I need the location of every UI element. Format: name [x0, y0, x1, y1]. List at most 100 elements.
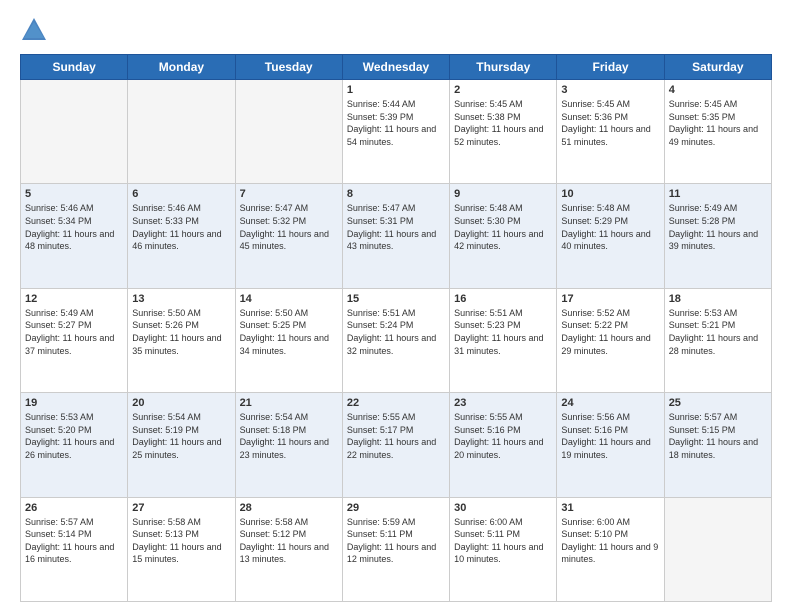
sunset-text: Sunset: 5:25 PM [240, 320, 307, 330]
sunset-text: Sunset: 5:29 PM [561, 216, 628, 226]
day-info: Sunrise: 5:46 AM Sunset: 5:34 PM Daylight:… [25, 202, 123, 252]
day-info: Sunrise: 5:51 AMSunset: 5:24 PMDaylight:… [347, 307, 445, 357]
sunrise-text: Sunrise: 5:46 AM [25, 203, 94, 213]
sunset-text: Sunset: 5:26 PM [132, 320, 199, 330]
sunset-text: Sunset: 5:32 PM [240, 216, 307, 226]
day-number: 31 [561, 502, 659, 514]
calendar-cell: 9Sunrise: 5:48 AMSunset: 5:30 PMDaylight… [450, 184, 557, 288]
calendar-cell: 5Sunrise: 5:46 AMSunset: 5:34 PMDaylight… [21, 184, 128, 288]
sunset-text: Sunset: 5:11 PM [347, 529, 413, 539]
day-info: Sunrise: 5:57 AMSunset: 5:15 PMDaylight:… [669, 411, 767, 461]
calendar-cell: 11Sunrise: 5:49 AMSunset: 5:28 PMDayligh… [664, 184, 771, 288]
calendar-cell: 4Sunrise: 5:45 AMSunset: 5:35 PMDaylight… [664, 80, 771, 184]
calendar-cell [235, 80, 342, 184]
day-info: Sunrise: 5:58 AMSunset: 5:12 PMDaylight:… [240, 516, 338, 566]
sunset-text: Sunset: 5:12 PM [240, 529, 307, 539]
daylight-text: Daylight: 11 hours and 29 minutes. [561, 333, 650, 356]
sunset-text: Sunset: 5:19 PM [132, 425, 199, 435]
day-info: Sunrise: 5:49 AMSunset: 5:28 PMDaylight:… [669, 202, 767, 252]
calendar-table: SundayMondayTuesdayWednesdayThursdayFrid… [20, 54, 772, 602]
sunrise-text: Sunrise: 5:49 AM [669, 203, 738, 213]
weekday-header-thursday: Thursday [450, 55, 557, 80]
sunset-text: Sunset: 5:21 PM [669, 320, 736, 330]
day-info: Sunrise: 5:45 AMSunset: 5:35 PMDaylight:… [669, 98, 767, 148]
sunrise-text: Sunrise: 5:46 AM [132, 203, 201, 213]
sunset-text: Sunset: 5:23 PM [454, 320, 521, 330]
day-info: Sunrise: 6:00 AMSunset: 5:11 PMDaylight:… [454, 516, 552, 566]
day-number: 17 [561, 293, 659, 305]
daylight-text: Daylight: 11 hours and 48 minutes. [25, 229, 114, 252]
sunrise-text: Sunrise: 5:59 AM [347, 517, 416, 527]
day-info: Sunrise: 5:59 AMSunset: 5:11 PMDaylight:… [347, 516, 445, 566]
sunset-text: Sunset: 5:27 PM [25, 320, 92, 330]
sunrise-text: Sunrise: 5:57 AM [669, 412, 738, 422]
calendar-cell: 14Sunrise: 5:50 AMSunset: 5:25 PMDayligh… [235, 288, 342, 392]
calendar-cell: 28 Sunrise: 5:58 AMSunset: 5:12 PMDayligh… [235, 497, 342, 601]
calendar-cell: 26 Sunrise: 5:57 AMSunset: 5:14 PMDayligh… [21, 497, 128, 601]
sunrise-text: Sunrise: 5:45 AM [669, 99, 738, 109]
calendar-row: 1Sunrise: 5:44 AMSunset: 5:39 PMDaylight… [21, 80, 772, 184]
sunset-text: Sunset: 5:24 PM [347, 320, 414, 330]
sunrise-text: Sunrise: 5:52 AM [561, 308, 630, 318]
calendar-row: 12 Sunrise: 5:49 AMSunset: 5:27 PMDayligh… [21, 288, 772, 392]
calendar-cell: 17 Sunrise: 5:52 AM Sunset: 5:22 PM Dayligh… [557, 288, 664, 392]
daylight-text: Daylight: 11 hours and 45 minutes. [240, 229, 329, 252]
calendar-row: 19Sunrise: 5:53 AMSunset: 5:20 PMDayligh… [21, 393, 772, 497]
daylight-text: Daylight: 11 hours and 28 minutes. [669, 333, 758, 356]
sunrise-text: Sunrise: 5:45 AM [561, 99, 630, 109]
day-number: 26 [25, 502, 123, 514]
daylight-text: Daylight: 11 hours and 40 minutes. [561, 229, 650, 252]
calendar-cell [21, 80, 128, 184]
calendar-cell: 16Sunrise: 5:51 AMSunset: 5:23 PMDayligh… [450, 288, 557, 392]
sunrise-text: Sunrise: 5:55 AM [347, 412, 416, 422]
weekday-header-wednesday: Wednesday [342, 55, 449, 80]
sunset-text: Sunset: 5:16 PM [561, 425, 628, 435]
sunset-text: Sunset: 5:13 PM [132, 529, 199, 539]
sunset-text: Sunset: 5:30 PM [454, 216, 521, 226]
day-info: Sunrise: 5:56 AMSunset: 5:16 PMDaylight:… [561, 411, 659, 461]
day-info: Sunrise: 5:45 AMSunset: 5:38 PMDaylight:… [454, 98, 552, 148]
calendar-cell: 18Sunrise: 5:53 AMSunset: 5:21 PMDayligh… [664, 288, 771, 392]
calendar-cell: 29Sunrise: 5:59 AMSunset: 5:11 PMDayligh… [342, 497, 449, 601]
sunset-text: Sunset: 5:18 PM [240, 425, 307, 435]
sunrise-text: Sunrise: 6:00 AM [454, 517, 523, 527]
sunset-text: Sunset: 5:22 PM [561, 320, 628, 330]
calendar-cell: 30Sunrise: 6:00 AMSunset: 5:11 PMDayligh… [450, 497, 557, 601]
sunrise-text: Sunrise: 5:44 AM [347, 99, 416, 109]
sunset-text: Sunset: 5:34 PM [25, 216, 92, 226]
daylight-text: Daylight: 11 hours and 52 minutes. [454, 124, 543, 147]
sunrise-text: Sunrise: 6:00 AM [561, 517, 630, 527]
sunset-text: Sunset: 5:31 PM [347, 216, 414, 226]
day-number: 12 [25, 293, 123, 305]
calendar-cell: 3Sunrise: 5:45 AMSunset: 5:36 PMDaylight… [557, 80, 664, 184]
sunset-text: Sunset: 5:39 PM [347, 112, 414, 122]
sunset-text: Sunset: 5:33 PM [132, 216, 199, 226]
weekday-header-monday: Monday [128, 55, 235, 80]
sunset-text: Sunset: 5:11 PM [454, 529, 520, 539]
day-info: Sunrise: 5:52 AM Sunset: 5:22 PM Daylight:… [561, 307, 659, 357]
calendar-cell: 23Sunrise: 5:55 AMSunset: 5:16 PMDayligh… [450, 393, 557, 497]
calendar-cell: 20Sunrise: 5:54 AMSunset: 5:19 PMDayligh… [128, 393, 235, 497]
sunrise-text: Sunrise: 5:48 AM [454, 203, 523, 213]
day-number: 22 [347, 397, 445, 409]
daylight-text: Daylight: 11 hours and 15 minutes. [132, 542, 221, 565]
daylight-text: Daylight: 11 hours and 22 minutes. [347, 437, 436, 460]
calendar-cell: 21Sunrise: 5:54 AMSunset: 5:18 PMDayligh… [235, 393, 342, 497]
calendar-cell: 15Sunrise: 5:51 AMSunset: 5:24 PMDayligh… [342, 288, 449, 392]
daylight-text: Daylight: 11 hours and 37 minutes. [25, 333, 114, 356]
sunset-text: Sunset: 5:35 PM [669, 112, 736, 122]
day-number: 7 [240, 188, 338, 200]
daylight-text: Daylight: 11 hours and 54 minutes. [347, 124, 436, 147]
daylight-text: Daylight: 11 hours and 42 minutes. [454, 229, 543, 252]
day-info: Sunrise: 5:53 AMSunset: 5:21 PMDaylight:… [669, 307, 767, 357]
day-number: 6 [132, 188, 230, 200]
calendar-row: 26 Sunrise: 5:57 AMSunset: 5:14 PMDayligh… [21, 497, 772, 601]
day-info: Sunrise: 5:44 AM Sunset: 5:39 PM Daylight:… [347, 98, 445, 148]
weekday-header-sunday: Sunday [21, 55, 128, 80]
day-number: 28 [240, 502, 338, 514]
day-info: Sunrise: 5:57 AMSunset: 5:14 PMDaylight:… [25, 516, 123, 566]
logo [20, 16, 52, 44]
day-info: Sunrise: 5:53 AMSunset: 5:20 PMDaylight:… [25, 411, 123, 461]
sunset-text: Sunset: 5:14 PM [25, 529, 92, 539]
day-info: Sunrise: 5:49 AMSunset: 5:27 PMDaylight:… [25, 307, 123, 357]
